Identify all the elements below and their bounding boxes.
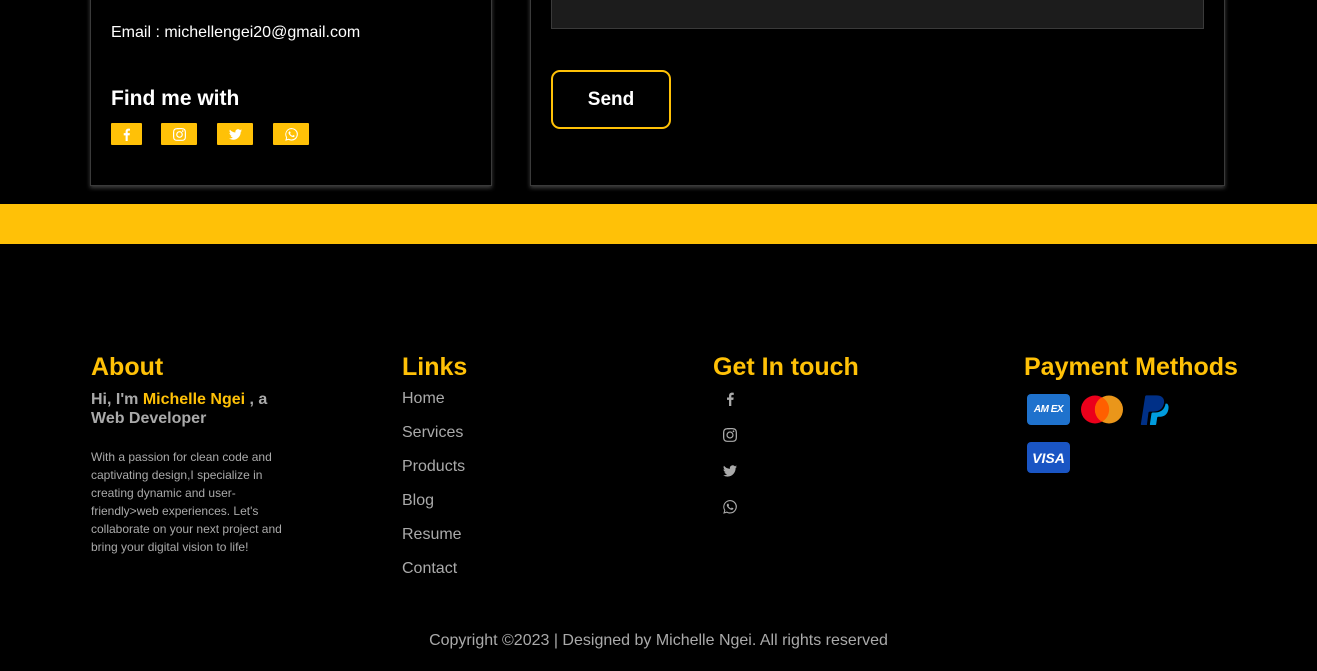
whatsapp-icon [723, 500, 737, 514]
about-description: With a passion for clean code and captiv… [91, 450, 282, 554]
divider-band [0, 204, 1317, 244]
amex-icon: AM EX [1027, 394, 1070, 425]
footer-link-blog[interactable]: Blog [402, 490, 467, 524]
footer-payment: Payment Methods AM EX VISA [1024, 352, 1238, 473]
send-button[interactable]: Send [551, 70, 671, 129]
facebook-button[interactable] [111, 123, 142, 145]
footer-link-contact[interactable]: Contact [402, 558, 467, 592]
footer-link-home[interactable]: Home [402, 388, 467, 422]
touch-whatsapp-link[interactable] [723, 494, 859, 530]
instagram-button[interactable] [161, 123, 197, 145]
touch-twitter-link[interactable] [723, 458, 859, 494]
touch-facebook-link[interactable] [723, 386, 859, 422]
facebook-icon [123, 128, 130, 141]
instagram-icon [723, 428, 737, 442]
contact-form-card: Send [530, 0, 1225, 186]
footer-about: About Hi, I'm Michelle Ngei , a Web Deve… [91, 352, 291, 556]
touch-instagram-link[interactable] [723, 422, 859, 458]
touch-title: Get In touch [713, 353, 859, 381]
payment-title: Payment Methods [1024, 353, 1238, 381]
footer-links: Links Home Services Products Blog Resume… [402, 352, 467, 592]
footer-link-resume[interactable]: Resume [402, 524, 467, 558]
footer-link-products[interactable]: Products [402, 456, 467, 490]
links-list: Home Services Products Blog Resume Conta… [402, 388, 467, 592]
copyright-text: Copyright ©2023 | Designed by Michelle N… [429, 632, 888, 649]
find-me-title: Find me with [111, 87, 240, 110]
about-title: About [91, 353, 164, 381]
about-intro: Hi, I'm Michelle Ngei , a Web Developer [91, 390, 291, 428]
payment-icons: AM EX VISA [1024, 394, 1184, 473]
whatsapp-button[interactable] [273, 123, 309, 145]
about-intro-prefix: Hi, I'm [91, 391, 143, 408]
twitter-icon [723, 465, 737, 477]
about-name: Michelle Ngei [142, 391, 246, 408]
email-text: Email : michellengei20@gmail.com [111, 24, 361, 41]
mastercard-icon [1079, 394, 1125, 425]
amex-text: AM EX [1033, 404, 1064, 415]
visa-icon: VISA [1027, 442, 1070, 473]
twitter-button[interactable] [217, 123, 253, 145]
instagram-icon [172, 127, 186, 141]
paypal-icon [1134, 394, 1174, 425]
links-title: Links [402, 353, 468, 381]
social-links [111, 123, 309, 145]
facebook-icon [727, 392, 734, 406]
twitter-icon [228, 128, 242, 140]
contact-info-card: Email : michellengei20@gmail.com Find me… [90, 0, 492, 186]
visa-text: VISA [1032, 449, 1065, 466]
footer-touch: Get In touch [713, 352, 859, 530]
footer-link-services[interactable]: Services [402, 422, 467, 456]
message-textarea[interactable] [551, 0, 1204, 29]
touch-icons [723, 386, 859, 530]
whatsapp-icon [284, 127, 298, 141]
